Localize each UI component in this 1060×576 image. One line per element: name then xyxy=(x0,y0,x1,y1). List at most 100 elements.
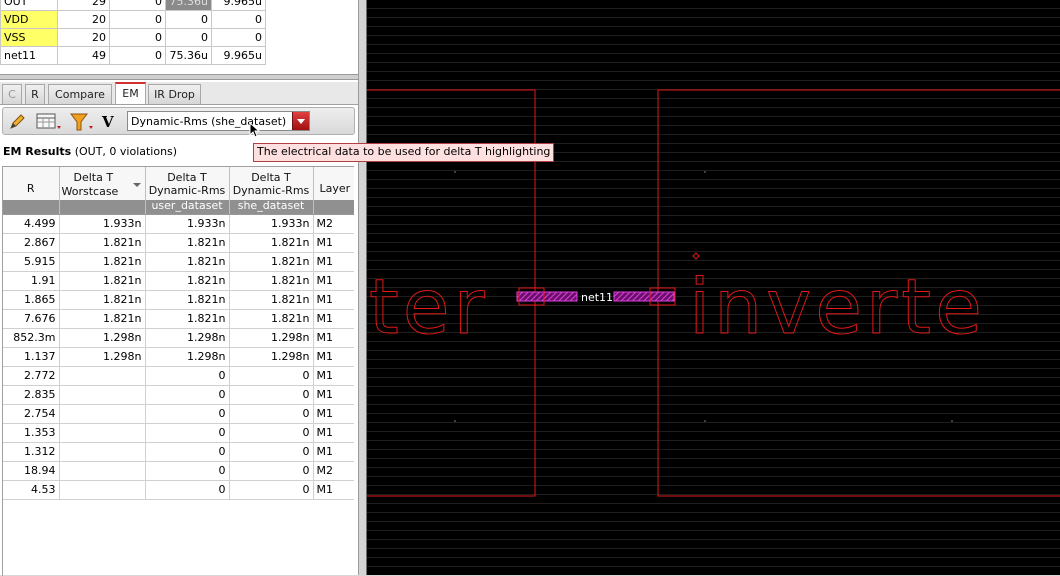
table-row[interactable]: 4.53 0 0 M1 xyxy=(3,480,354,500)
table-row[interactable]: 1.91 1.821n 1.821n 1.821n M1 xyxy=(3,271,354,291)
tab-compare[interactable]: Compare xyxy=(48,84,112,104)
table-row[interactable]: 1.865 1.821n 1.821n 1.821n M1 xyxy=(3,290,354,310)
table-row[interactable]: 7.676 1.821n 1.821n 1.821n M1 xyxy=(3,309,354,329)
resistance-cell: 852.3m xyxy=(3,328,60,348)
table-row[interactable]: 5.915 1.821n 1.821n 1.821n M1 xyxy=(3,252,354,272)
dataset-select[interactable]: Dynamic-Rms (she_dataset) xyxy=(127,111,310,131)
tab-em[interactable]: EM xyxy=(115,82,146,104)
column-header-delta-t-worstcase[interactable]: Delta T Worstcase xyxy=(59,167,146,215)
chevron-down-icon[interactable] xyxy=(292,112,309,130)
net-value-cell: 0 xyxy=(109,46,166,65)
net-value-cell: 20 xyxy=(57,10,110,29)
delta-t-user-cell: 1.821n xyxy=(145,233,230,253)
table-row[interactable]: 1.353 0 0 M1 xyxy=(3,423,354,443)
delta-t-she-cell: 1.821n xyxy=(229,252,314,272)
delta-t-worstcase-cell xyxy=(59,480,146,500)
delta-t-user-cell: 1.933n xyxy=(145,214,230,234)
layer-cell: M1 xyxy=(313,271,354,291)
resistance-cell: 1.91 xyxy=(3,271,60,291)
layout-canvas[interactable]: ter inverte net11 xyxy=(367,0,1060,575)
resistance-cell: 2.754 xyxy=(3,404,60,424)
delta-t-she-cell: 1.298n xyxy=(229,347,314,367)
delta-t-she-cell: 0 xyxy=(229,404,314,424)
net-value-cell: 9.965u xyxy=(211,0,266,11)
filter-icon[interactable] xyxy=(69,112,97,132)
delta-t-she-cell: 0 xyxy=(229,461,314,481)
layer-cell: M1 xyxy=(313,404,354,424)
table-row[interactable]: 2.772 0 0 M1 xyxy=(3,366,354,386)
pencil-icon[interactable] xyxy=(7,112,27,132)
layer-cell: M1 xyxy=(313,442,354,462)
net-value-cell: 75.36u xyxy=(165,46,212,65)
grid-dot xyxy=(454,171,456,173)
net-label: net11 xyxy=(581,291,613,304)
delta-t-worstcase-cell xyxy=(59,461,146,481)
delta-t-worstcase-cell xyxy=(59,423,146,443)
net-name-cell: VSS xyxy=(0,28,58,47)
layer-cell: M1 xyxy=(313,290,354,310)
v-icon[interactable]: V xyxy=(102,112,122,132)
net-value-cell: 0 xyxy=(165,10,212,29)
layer-cell: M1 xyxy=(313,366,354,386)
results-panel: OUT 29 0 75.36u 9.965u VDD 20 0 0 0 VSS 20 0 0 0 net11 4… xyxy=(0,0,555,576)
vertical-splitter[interactable] xyxy=(358,0,367,575)
delta-t-she-cell: 1.821n xyxy=(229,233,314,253)
delta-t-user-cell: 1.821n xyxy=(145,271,230,291)
layer-cell: M1 xyxy=(313,252,354,272)
net-row[interactable]: net11 49 0 75.36u 9.965u xyxy=(0,46,266,65)
table-row[interactable]: 2.835 0 0 M1 xyxy=(3,385,354,405)
net-row[interactable]: VSS 20 0 0 0 xyxy=(0,28,266,47)
table-row[interactable]: 2.867 1.821n 1.821n 1.821n M1 xyxy=(3,233,354,253)
layer-cell: M1 xyxy=(313,480,354,500)
column-header-user-dataset[interactable]: Delta T Dynamic-Rms user_dataset xyxy=(145,167,230,215)
delta-t-user-cell: 0 xyxy=(145,480,230,500)
table-row[interactable]: 18.94 0 0 M2 xyxy=(3,461,354,481)
em-results-table-container[interactable]: R Delta T Worstcase Delta T Dynamic-Rms us… xyxy=(2,166,354,576)
sort-arrow-icon xyxy=(132,183,141,187)
net-value-cell: 75.36u xyxy=(165,0,212,11)
delta-t-user-cell: 0 xyxy=(145,366,230,386)
delta-t-worstcase-cell xyxy=(59,366,146,386)
net-value-cell: 0 xyxy=(211,10,266,29)
resistance-cell: 7.676 xyxy=(3,309,60,329)
tab-c[interactable]: C xyxy=(2,84,22,104)
column-header-she-dataset[interactable]: Delta T Dynamic-Rms she_dataset xyxy=(229,167,314,215)
tab-r[interactable]: R xyxy=(25,84,45,104)
delta-t-worstcase-cell xyxy=(59,442,146,462)
net11-wire-left xyxy=(516,291,578,302)
delta-t-user-cell: 1.298n xyxy=(145,328,230,348)
delta-t-she-cell: 1.933n xyxy=(229,214,314,234)
table-icon[interactable] xyxy=(35,112,63,132)
table-row[interactable]: 1.312 0 0 M1 xyxy=(3,442,354,462)
net-value-cell: 0 xyxy=(109,10,166,29)
delta-t-she-cell: 0 xyxy=(229,385,314,405)
delta-t-worstcase-cell xyxy=(59,385,146,405)
delta-t-she-cell: 1.821n xyxy=(229,290,314,310)
layer-cell: M2 xyxy=(313,214,354,234)
column-header-r[interactable]: R xyxy=(3,167,60,215)
table-row[interactable]: 1.137 1.298n 1.298n 1.298n M1 xyxy=(3,347,354,367)
table-row[interactable]: 4.499 1.933n 1.933n 1.933n M2 xyxy=(3,214,354,234)
resistance-cell: 5.915 xyxy=(3,252,60,272)
delta-t-worstcase-cell: 1.298n xyxy=(59,347,146,367)
panel-splitter[interactable] xyxy=(0,74,358,80)
delta-t-worstcase-cell xyxy=(59,404,146,424)
tab-ir-drop[interactable]: IR Drop xyxy=(148,84,201,104)
net-row[interactable]: OUT 29 0 75.36u 9.965u xyxy=(0,0,266,11)
em-results-table: R Delta T Worstcase Delta T Dynamic-Rms us… xyxy=(3,167,354,500)
table-row[interactable]: 2.754 0 0 M1 xyxy=(3,404,354,424)
delta-t-she-cell: 0 xyxy=(229,366,314,386)
column-header-layer[interactable]: Layer xyxy=(313,167,354,215)
delta-t-worstcase-cell: 1.821n xyxy=(59,309,146,329)
delta-t-worstcase-cell: 1.821n xyxy=(59,252,146,272)
right-cell-name: inverte xyxy=(689,262,986,351)
layout-drawing: ter inverte net11 xyxy=(367,89,1060,497)
layer-cell: M1 xyxy=(313,385,354,405)
delta-t-user-cell: 1.821n xyxy=(145,290,230,310)
net-value-cell: 0 xyxy=(109,0,166,11)
table-row[interactable]: 852.3m 1.298n 1.298n 1.298n M1 xyxy=(3,328,354,348)
net-row[interactable]: VDD 20 0 0 0 xyxy=(0,10,266,29)
net-name-cell: net11 xyxy=(0,46,58,65)
resistance-cell: 1.865 xyxy=(3,290,60,310)
delta-t-she-cell: 1.821n xyxy=(229,271,314,291)
